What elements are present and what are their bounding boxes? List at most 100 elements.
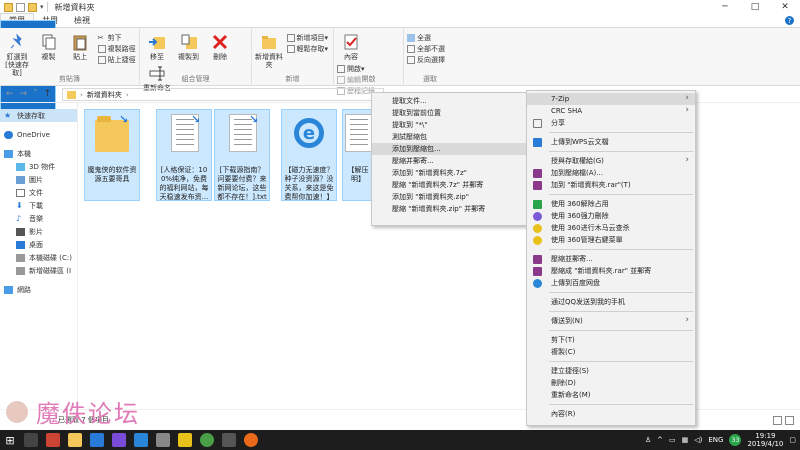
volume-icon[interactable]: ◁)	[694, 436, 702, 444]
menu-item[interactable]: 添加到 "新增資料夾.7z"	[372, 167, 528, 179]
notifications-icon[interactable]: ▢	[789, 436, 796, 444]
sidebar-item-3d-objects[interactable]: 3D 物件	[0, 160, 77, 173]
file-item[interactable]: ↘ [下载源指南？问要要付费？来新网论坛，这些都不存在！].txt	[214, 109, 270, 201]
menu-item[interactable]: 壓縮 "新增資料夾.zip" 并郵寄	[372, 203, 528, 215]
clock[interactable]: 19:19 2019/4/10	[747, 432, 783, 448]
app-icon[interactable]	[90, 433, 104, 447]
app-icon[interactable]	[156, 433, 170, 447]
cut-button[interactable]: ✂ 剪下	[98, 32, 136, 43]
menu-item[interactable]: 添加到 "新增資料夾.zip"	[372, 191, 528, 203]
chevron-down-icon[interactable]: ˅	[33, 89, 38, 99]
pin-quick-access-button[interactable]: 釘選到 [快速存取]	[3, 30, 31, 77]
path-box[interactable]: › 新增資料夾 ›	[62, 88, 384, 101]
people-icon[interactable]: ♙	[645, 436, 651, 444]
sidebar-item-drive-i[interactable]: 新增磁碟區 (I	[0, 264, 77, 277]
app-icon[interactable]	[178, 433, 192, 447]
file-item[interactable]: 【解压明】	[342, 109, 374, 201]
file-item[interactable]: e 【磁力无速度？种子没资源？没关系，来这是免费帮你加速！】	[281, 109, 337, 201]
new-item-button[interactable]: 新增項目 ▾	[286, 32, 328, 43]
app-icon[interactable]	[134, 433, 148, 447]
move-to-button[interactable]: 移至	[143, 30, 171, 61]
windows-start-icon[interactable]: ⊞	[0, 430, 20, 450]
sidebar-item-pictures[interactable]: 圖片	[0, 173, 77, 186]
menu-item[interactable]: 提取到當前位置	[372, 107, 528, 119]
menu-item-create-shortcut[interactable]: 建立捷徑(S)	[527, 365, 695, 377]
menu-item-crc-sha[interactable]: CRC SHA ›	[527, 105, 695, 117]
menu-item-7zip[interactable]: 7-Zip ›	[527, 93, 695, 105]
open-button[interactable]: 開啟 ▾	[337, 63, 375, 74]
menu-item-360-menu-manager[interactable]: 使用 360管理右鍵菜單	[527, 234, 695, 246]
up-arrow-icon[interactable]: ↑	[44, 89, 52, 99]
chrome-icon[interactable]	[200, 433, 214, 447]
menu-item-compress-rar-email[interactable]: 壓縮成 "新增資料夾.rar" 並郵寄	[527, 265, 695, 277]
sidebar-item-drive-c[interactable]: 本機磁碟 (C:)	[0, 251, 77, 264]
easy-access-button[interactable]: 輕鬆存取 ▾	[286, 43, 328, 54]
sidebar-item-quick-access[interactable]: ★ 快速存取	[0, 109, 77, 122]
sidebar-item-downloads[interactable]: ⬇ 下載	[0, 199, 77, 212]
menu-item-baidu-upload[interactable]: 上傳到百度网盘	[527, 277, 695, 289]
large-icons-view-icon[interactable]	[785, 416, 794, 425]
copy-path-button[interactable]: 複製路徑	[97, 43, 136, 54]
menu-item-add-to-rar[interactable]: 加到 "新增資料夾.rar"(T)	[527, 179, 695, 191]
tab-view[interactable]: 檢視	[66, 13, 98, 27]
select-none-button[interactable]: 全部不選	[407, 43, 445, 54]
sidebar-item-music[interactable]: ♪ 音樂	[0, 212, 77, 225]
close-button[interactable]: ✕	[770, 0, 800, 14]
copy-button[interactable]: 複製	[35, 30, 63, 61]
sidebar-item-this-pc[interactable]: 本機	[0, 147, 77, 160]
menu-item-360-force-delete[interactable]: 使用 360强力刪除	[527, 210, 695, 222]
new-folder-icon[interactable]	[28, 2, 37, 12]
battery-icon[interactable]: ▭	[669, 436, 676, 444]
menu-item-properties[interactable]: 內容(R)	[527, 408, 695, 420]
menu-item-add-to-archive[interactable]: 加到壓縮檔(A)...	[527, 167, 695, 179]
sidebar-item-videos[interactable]: 影片	[0, 225, 77, 238]
details-view-icon[interactable]	[773, 416, 782, 425]
menu-item-qq-send[interactable]: 通过QQ发送到我的手机	[527, 296, 695, 308]
file-explorer-icon[interactable]	[68, 433, 82, 447]
menu-item-send-to[interactable]: 傳送到(N) ›	[527, 315, 695, 327]
delete-button[interactable]: 刪除	[206, 30, 234, 61]
menu-item-grant-access[interactable]: 授與存取權給(G) ›	[527, 155, 695, 167]
properties-button[interactable]: 內容	[337, 30, 365, 61]
language-indicator[interactable]: ENG	[708, 436, 723, 444]
menu-item-360-unlock[interactable]: 使用 360解除占用	[527, 198, 695, 210]
app-icon[interactable]	[244, 433, 258, 447]
sidebar-item-documents[interactable]: 文件	[0, 186, 77, 199]
app-icon[interactable]	[46, 433, 60, 447]
menu-item[interactable]: 添加到壓縮包...	[372, 143, 528, 155]
forward-arrow-icon[interactable]: →	[20, 89, 28, 99]
sidebar-item-onedrive[interactable]: OneDrive	[0, 128, 77, 141]
menu-item-360-trojan-scan[interactable]: 使用 360进行木马云查杀	[527, 222, 695, 234]
search-icon[interactable]	[24, 433, 38, 447]
menu-item[interactable]: 提取文件...	[372, 95, 528, 107]
menu-item-share[interactable]: 分享	[527, 117, 695, 129]
back-arrow-icon[interactable]: ←	[6, 89, 14, 99]
notification-badge[interactable]: 33	[729, 434, 742, 446]
app-icon[interactable]	[222, 433, 236, 447]
menu-item-rename[interactable]: 重新命名(M)	[527, 389, 695, 401]
minimize-button[interactable]: ─	[710, 0, 740, 14]
paste-shortcut-button[interactable]: 貼上捷徑	[97, 54, 136, 65]
maximize-button[interactable]: □	[740, 0, 770, 14]
chevron-down-icon[interactable]: ▾	[40, 3, 44, 11]
app-icon[interactable]	[112, 433, 126, 447]
menu-item-copy[interactable]: 複製(C)	[527, 346, 695, 358]
new-folder-button[interactable]: 新增資料夾	[255, 30, 283, 69]
menu-item-compress-email[interactable]: 壓縮並郵寄...	[527, 253, 695, 265]
menu-item[interactable]: 測試壓縮包	[372, 131, 528, 143]
menu-item[interactable]: 壓縮 "新增資料夾.7z" 并郵寄	[372, 179, 528, 191]
file-item[interactable]: ↘ [人格保证：100%纯净，免费的福利网站，每天稳速发布资...	[156, 109, 212, 201]
copy-to-button[interactable]: 複製到	[175, 30, 203, 61]
file-item[interactable]: ↘ 魔鬼侠的软件资源五要哥具	[84, 109, 140, 201]
menu-item[interactable]: 提取到 "*\"	[372, 119, 528, 131]
menu-item-cut[interactable]: 剪下(T)	[527, 334, 695, 346]
chevron-up-icon[interactable]: ^	[657, 436, 663, 444]
network-icon[interactable]: ▦	[682, 436, 689, 444]
menu-item-delete[interactable]: 刪除(D)	[527, 377, 695, 389]
paste-button[interactable]: 貼上	[66, 30, 94, 61]
path-segment[interactable]: 新增資料夾	[87, 90, 122, 100]
sidebar-item-desktop[interactable]: 桌面	[0, 238, 77, 251]
sidebar-item-network[interactable]: 網路	[0, 283, 77, 296]
menu-item-wps-upload[interactable]: 上傳到WPS云文檔	[527, 136, 695, 148]
invert-selection-button[interactable]: 反向選擇	[407, 54, 445, 65]
